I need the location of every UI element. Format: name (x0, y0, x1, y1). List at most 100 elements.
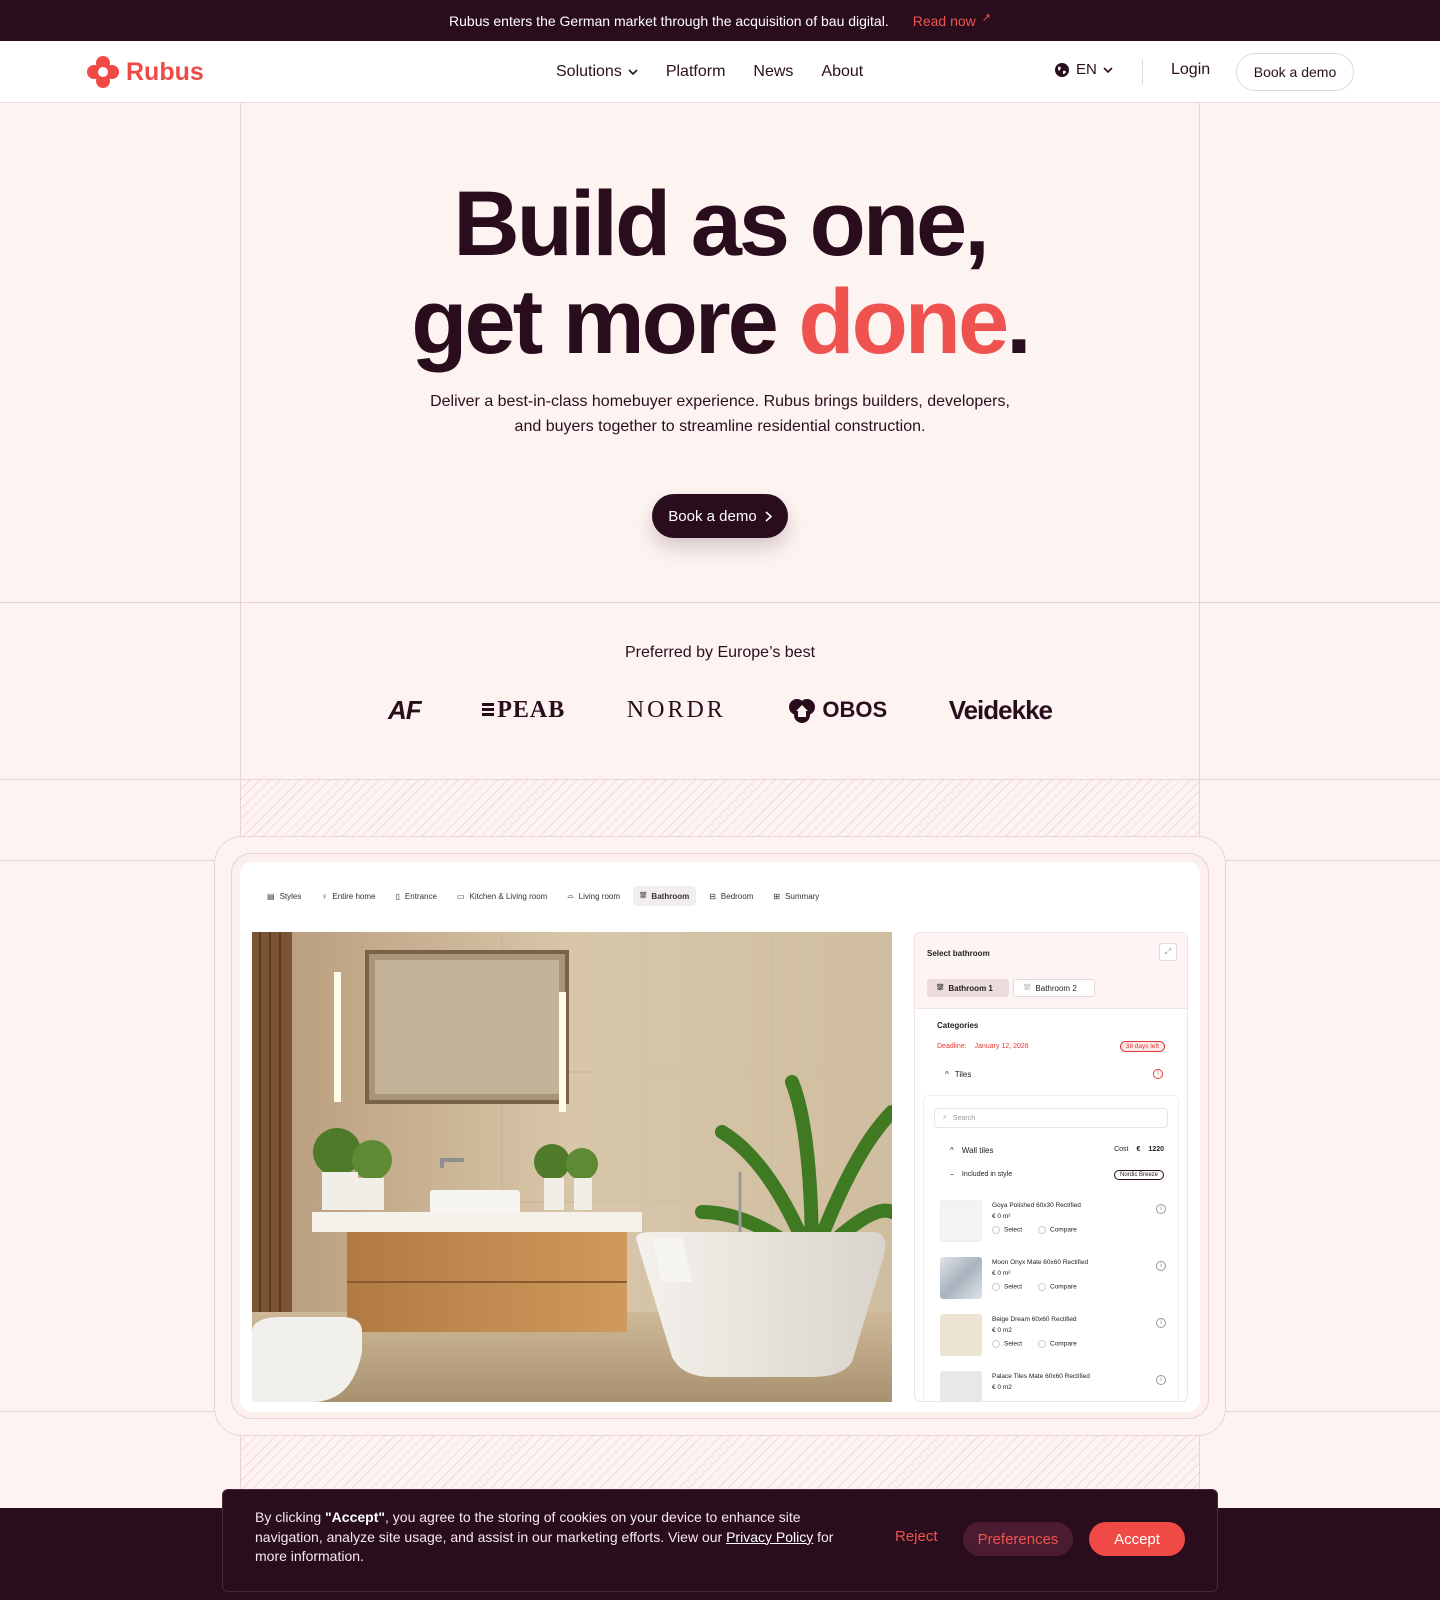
tab-entire-home[interactable]: ♀ Entire home (314, 886, 382, 906)
rubus-logo[interactable]: Rubus (86, 55, 204, 89)
product-price: € 0 m2 (992, 1384, 1012, 1391)
tab-bathroom[interactable]: ⛆ Bathroom (633, 886, 697, 906)
headline-line-1: Build as one, (453, 173, 990, 275)
included-label: Included in style (961, 1171, 1013, 1178)
app-screen: ▤ Styles ♀ Entire home ▯ Entrance ▭ Kitchen … (240, 862, 1200, 1412)
tab-label: Kitchen & Living room (469, 891, 548, 901)
bathroom-1-tab[interactable]: ⛆ Bathroom 1 (927, 979, 1009, 997)
bathroom-2-label: Bathroom 2 (1035, 983, 1077, 993)
nav-solutions[interactable]: Solutions (556, 63, 638, 81)
select-radio[interactable]: Select (992, 1226, 1022, 1234)
compare-radio[interactable]: Compare (1038, 1340, 1077, 1348)
product-item[interactable]: Moon Onyx Mate 60x60 Rectified € 0 m² Se… (940, 1257, 1170, 1303)
reject-button[interactable]: Reject (895, 1528, 938, 1545)
product-price: € 0 m² (992, 1270, 1011, 1277)
language-selector[interactable]: EN (1054, 61, 1113, 78)
product-swatch (940, 1257, 982, 1299)
bathroom-selection-panel: Select bathroom ⤢ ⛆ Bathroom 1 ⛆ Bathroom … (914, 932, 1188, 1402)
dash-icon: – (950, 1171, 954, 1178)
info-icon[interactable]: i (1156, 1261, 1166, 1271)
tab-summary[interactable]: ⊞ Summary (766, 886, 826, 906)
categories-heading: Categories (937, 1021, 979, 1030)
af-logo: AF (388, 694, 422, 725)
tab-label: Summary (785, 891, 820, 901)
compare-label: Compare (1050, 1340, 1077, 1348)
product-item[interactable]: Goya Polished 60x30 Rectified € 0 m² Sel… (940, 1200, 1170, 1246)
compare-label: Compare (1050, 1226, 1077, 1234)
included-row: – Included in style (950, 1171, 1012, 1178)
announcement-bar: Rubus enters the German market through t… (0, 0, 1440, 41)
tab-living-room[interactable]: ⌓ Living room (560, 886, 627, 906)
bath-icon: ⛆ (640, 891, 647, 900)
search-icon: ⌕ (943, 1114, 947, 1121)
select-label: Select (1004, 1226, 1023, 1234)
nav-about[interactable]: About (821, 63, 863, 81)
chevron-up-icon: ^ (945, 1070, 949, 1079)
panel-header: Select bathroom ⤢ ⛆ Bathroom 1 ⛆ Bathroom … (915, 933, 1187, 1009)
privacy-policy-link[interactable]: Privacy Policy (726, 1529, 813, 1545)
announcement-text: Rubus enters the German market through t… (449, 12, 889, 29)
cookie-message: By clicking "Accept", you agree to the s… (255, 1508, 845, 1567)
bathroom-2-tab[interactable]: ⛆ Bathroom 2 (1013, 979, 1095, 997)
bathroom-1-label: Bathroom 1 (948, 983, 993, 993)
bath-icon: ⛆ (937, 983, 944, 992)
partner-logos: AF PEAB NORDR OBOS Veidekke (388, 692, 1053, 728)
panel-title: Select bathroom (927, 949, 990, 958)
nav-divider (1142, 59, 1143, 85)
info-icon[interactable]: i (1156, 1375, 1166, 1385)
select-label: Select (1004, 1283, 1023, 1291)
tab-label: Entrance (404, 891, 437, 901)
summary-icon: ⊞ (773, 891, 781, 901)
nav-book-demo-button[interactable]: Book a demo (1236, 53, 1354, 91)
info-icon[interactable]: i (1156, 1318, 1166, 1328)
deadline-label: Deadline: (937, 1043, 967, 1050)
hero-subtitle: Deliver a best-in-class homebuyer experi… (430, 393, 1010, 435)
read-now-label: Read now (912, 12, 976, 29)
preferences-button[interactable]: Preferences (963, 1522, 1073, 1556)
rubus-flower-icon (87, 56, 119, 88)
compare-radio[interactable]: Compare (1038, 1226, 1077, 1234)
login-link[interactable]: Login (1171, 61, 1210, 79)
product-item[interactable]: Palace Tiles Mate 60x60 Rectified € 0 m2… (940, 1371, 1170, 1401)
obos-logo: OBOS (787, 697, 887, 723)
accept-button[interactable]: Accept (1089, 1522, 1185, 1556)
headline-accent-word: done (798, 271, 1009, 373)
select-radio[interactable]: Select (992, 1283, 1022, 1291)
tab-entrance[interactable]: ▯ Entrance (389, 886, 444, 906)
tiles-toggle[interactable]: ^ Tiles (945, 1070, 971, 1079)
expand-icon[interactable]: ⤢ (1159, 943, 1177, 961)
read-now-link[interactable]: Read now ↗ (912, 12, 991, 29)
wall-tiles-label: Wall tiles (961, 1146, 994, 1155)
warning-icon: ! (1153, 1069, 1163, 1079)
arrow-up-right-icon: ↗ (981, 12, 991, 24)
product-name: Goya Polished 60x30 Rectified (992, 1202, 1081, 1209)
hero-headline: Build as one, get more done. (0, 175, 1440, 371)
tab-label: Bedroom (720, 891, 754, 901)
bathroom-render-image (252, 932, 892, 1402)
globe-icon (1055, 62, 1069, 77)
tab-bedroom[interactable]: ⊟ Bedroom (702, 886, 760, 906)
select-radio[interactable]: Select (992, 1340, 1022, 1348)
product-swatch (940, 1371, 982, 1401)
compare-radio[interactable]: Compare (1038, 1283, 1077, 1291)
info-icon[interactable]: i (1156, 1204, 1166, 1214)
search-input[interactable]: ⌕ Search (934, 1108, 1168, 1128)
tiles-label: Tiles (954, 1070, 972, 1079)
grid-line (0, 602, 1440, 603)
tab-styles[interactable]: ▤ Styles (260, 886, 308, 906)
hero-book-demo-button[interactable]: Book a demo (652, 494, 788, 538)
tiles-list-card: ⌕ Search ^ Wall tiles Cost € 1220 – Incl… (923, 1095, 1179, 1401)
nav-news[interactable]: News (753, 63, 793, 81)
tab-label: Styles (279, 891, 302, 901)
tab-kitchen-living[interactable]: ▭ Kitchen & Living room (450, 886, 554, 906)
product-item[interactable]: Beige Dream 60x60 Rectified € 0 m2 Selec… (940, 1314, 1170, 1360)
nav-solutions-label: Solutions (556, 63, 622, 80)
veidekke-logo: Veidekke (948, 694, 1053, 725)
cookie-banner: By clicking "Accept", you agree to the s… (222, 1489, 1218, 1592)
tab-label: Entire home (332, 891, 376, 901)
bed-icon: ⊟ (709, 891, 716, 901)
select-label: Select (1004, 1340, 1023, 1348)
product-name: Moon Onyx Mate 60x60 Rectified (992, 1259, 1089, 1266)
wall-tiles-toggle[interactable]: ^ Wall tiles (950, 1146, 993, 1155)
nav-platform[interactable]: Platform (666, 63, 726, 81)
